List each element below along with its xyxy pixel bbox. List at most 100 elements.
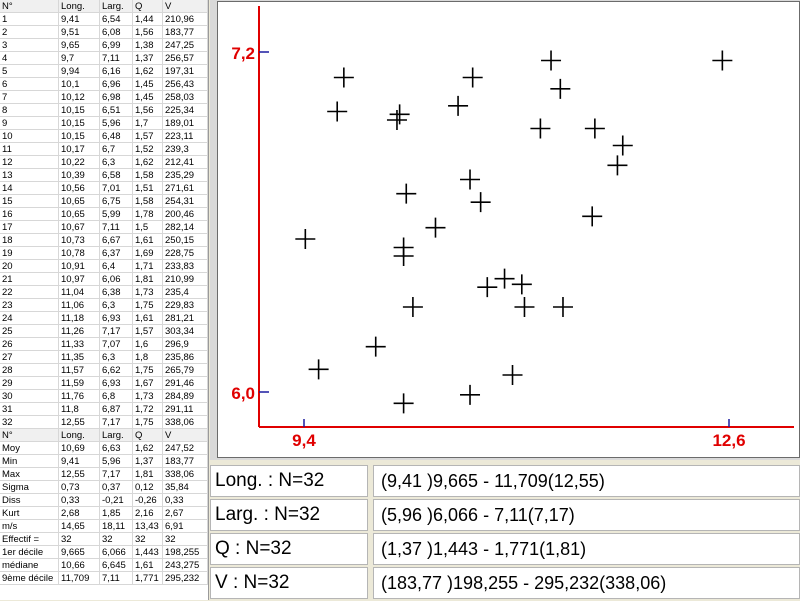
- table-cell[interactable]: 235,86: [163, 351, 208, 364]
- table-cell[interactable]: 243,275: [163, 559, 208, 572]
- table-cell[interactable]: 295,232: [163, 572, 208, 585]
- table-cell[interactable]: 212,41: [163, 156, 208, 169]
- table-cell[interactable]: 1,771: [133, 572, 163, 585]
- table-cell[interactable]: 1,61: [133, 312, 163, 325]
- table-cell[interactable]: 7,11: [100, 221, 133, 234]
- table-cell[interactable]: 35,84: [163, 481, 208, 494]
- table-cell[interactable]: 6,08: [100, 26, 133, 39]
- column-header[interactable]: N°: [0, 0, 59, 13]
- table-cell[interactable]: 338,06: [163, 468, 208, 481]
- table-cell[interactable]: 6,066: [100, 546, 133, 559]
- table-cell[interactable]: 3: [0, 39, 59, 52]
- column-header[interactable]: Long.: [59, 0, 100, 13]
- table-cell[interactable]: 6,37: [100, 247, 133, 260]
- table-cell[interactable]: 239,3: [163, 143, 208, 156]
- column-header[interactable]: Q: [133, 429, 163, 442]
- table-row[interactable]: 12 10,22 6,3 1,62 212,41: [0, 156, 208, 169]
- table-cell[interactable]: 303,34: [163, 325, 208, 338]
- table-cell[interactable]: 197,31: [163, 65, 208, 78]
- table-cell[interactable]: 9,41: [59, 13, 100, 26]
- table-cell[interactable]: 10,56: [59, 182, 100, 195]
- table-cell[interactable]: 258,03: [163, 91, 208, 104]
- table-cell[interactable]: 1,69: [133, 247, 163, 260]
- table-cell[interactable]: 6,75: [100, 195, 133, 208]
- table-cell[interactable]: Min: [0, 455, 59, 468]
- table-cell[interactable]: 189,01: [163, 117, 208, 130]
- table-cell[interactable]: 225,34: [163, 104, 208, 117]
- table-cell[interactable]: 2,67: [163, 507, 208, 520]
- stats-row[interactable]: médiane 10,66 6,645 1,61 243,275: [0, 559, 208, 572]
- table-cell[interactable]: 281,21: [163, 312, 208, 325]
- table-cell[interactable]: 10,12: [59, 91, 100, 104]
- table-cell[interactable]: 18: [0, 234, 59, 247]
- table-cell[interactable]: 6,38: [100, 286, 133, 299]
- table-cell[interactable]: 28: [0, 364, 59, 377]
- table-row[interactable]: 8 10,15 6,51 1,56 225,34: [0, 104, 208, 117]
- table-cell[interactable]: 27: [0, 351, 59, 364]
- table-cell[interactable]: 9,94: [59, 65, 100, 78]
- table-cell[interactable]: 6,06: [100, 273, 133, 286]
- table-cell[interactable]: 10,39: [59, 169, 100, 182]
- table-cell[interactable]: 6,98: [100, 91, 133, 104]
- table-cell[interactable]: 1,73: [133, 286, 163, 299]
- stats-row[interactable]: 9ème décile 11,709 7,11 1,771 295,232: [0, 572, 208, 585]
- table-cell[interactable]: 200,46: [163, 208, 208, 221]
- table-cell[interactable]: 1,75: [133, 299, 163, 312]
- table-cell[interactable]: 1: [0, 13, 59, 26]
- column-header[interactable]: V: [163, 429, 208, 442]
- table-cell[interactable]: 10,65: [59, 208, 100, 221]
- table-cell[interactable]: 1,37: [133, 455, 163, 468]
- table-cell[interactable]: 5,99: [100, 208, 133, 221]
- table-cell[interactable]: 10,15: [59, 117, 100, 130]
- table-cell[interactable]: 10,73: [59, 234, 100, 247]
- table-cell[interactable]: 32: [0, 416, 59, 429]
- table-row[interactable]: 20 10,91 6,4 1,71 233,83: [0, 260, 208, 273]
- table-cell[interactable]: 338,06: [163, 416, 208, 429]
- table-cell[interactable]: 0,33: [163, 494, 208, 507]
- table-cell[interactable]: 1,75: [133, 364, 163, 377]
- table-cell[interactable]: 233,83: [163, 260, 208, 273]
- table-row[interactable]: 24 11,18 6,93 1,61 281,21: [0, 312, 208, 325]
- table-cell[interactable]: Effectif =: [0, 533, 59, 546]
- table-cell[interactable]: 7,07: [100, 338, 133, 351]
- table-cell[interactable]: 2,16: [133, 507, 163, 520]
- table-cell[interactable]: Diss: [0, 494, 59, 507]
- table-cell[interactable]: 198,255: [163, 546, 208, 559]
- table-cell[interactable]: 1er décile: [0, 546, 59, 559]
- table-cell[interactable]: 5,96: [100, 117, 133, 130]
- table-cell[interactable]: m/s: [0, 520, 59, 533]
- table-cell[interactable]: 6,645: [100, 559, 133, 572]
- table-cell[interactable]: 5: [0, 65, 59, 78]
- table-cell[interactable]: 235,29: [163, 169, 208, 182]
- table-cell[interactable]: 14,65: [59, 520, 100, 533]
- table-cell[interactable]: 10,91: [59, 260, 100, 273]
- table-cell[interactable]: 11,709: [59, 572, 100, 585]
- table-cell[interactable]: 7,17: [100, 468, 133, 481]
- table-cell[interactable]: 9: [0, 117, 59, 130]
- table-cell[interactable]: 1,75: [133, 416, 163, 429]
- table-cell[interactable]: 10,66: [59, 559, 100, 572]
- table-cell[interactable]: 1,85: [100, 507, 133, 520]
- table-cell[interactable]: 10,69: [59, 442, 100, 455]
- table-cell[interactable]: 210,99: [163, 273, 208, 286]
- column-header[interactable]: Long.: [59, 429, 100, 442]
- table-cell[interactable]: 13,43: [133, 520, 163, 533]
- table-cell[interactable]: 282,14: [163, 221, 208, 234]
- table-cell[interactable]: 24: [0, 312, 59, 325]
- table-cell[interactable]: 11,35: [59, 351, 100, 364]
- table-cell[interactable]: 2: [0, 26, 59, 39]
- table-cell[interactable]: Sigma: [0, 481, 59, 494]
- table-cell[interactable]: 271,61: [163, 182, 208, 195]
- table-cell[interactable]: Kurt: [0, 507, 59, 520]
- table-cell[interactable]: 7,01: [100, 182, 133, 195]
- table-cell[interactable]: 4: [0, 52, 59, 65]
- table-cell[interactable]: 1,45: [133, 91, 163, 104]
- table-cell[interactable]: 20: [0, 260, 59, 273]
- table-row[interactable]: 17 10,67 7,11 1,5 282,14: [0, 221, 208, 234]
- stats-row[interactable]: Moy 10,69 6,63 1,62 247,52: [0, 442, 208, 455]
- table-cell[interactable]: 11,57: [59, 364, 100, 377]
- table-cell[interactable]: 1,37: [133, 52, 163, 65]
- table-cell[interactable]: 18,11: [100, 520, 133, 533]
- table-cell[interactable]: 6,63: [100, 442, 133, 455]
- table-cell[interactable]: 7,11: [100, 572, 133, 585]
